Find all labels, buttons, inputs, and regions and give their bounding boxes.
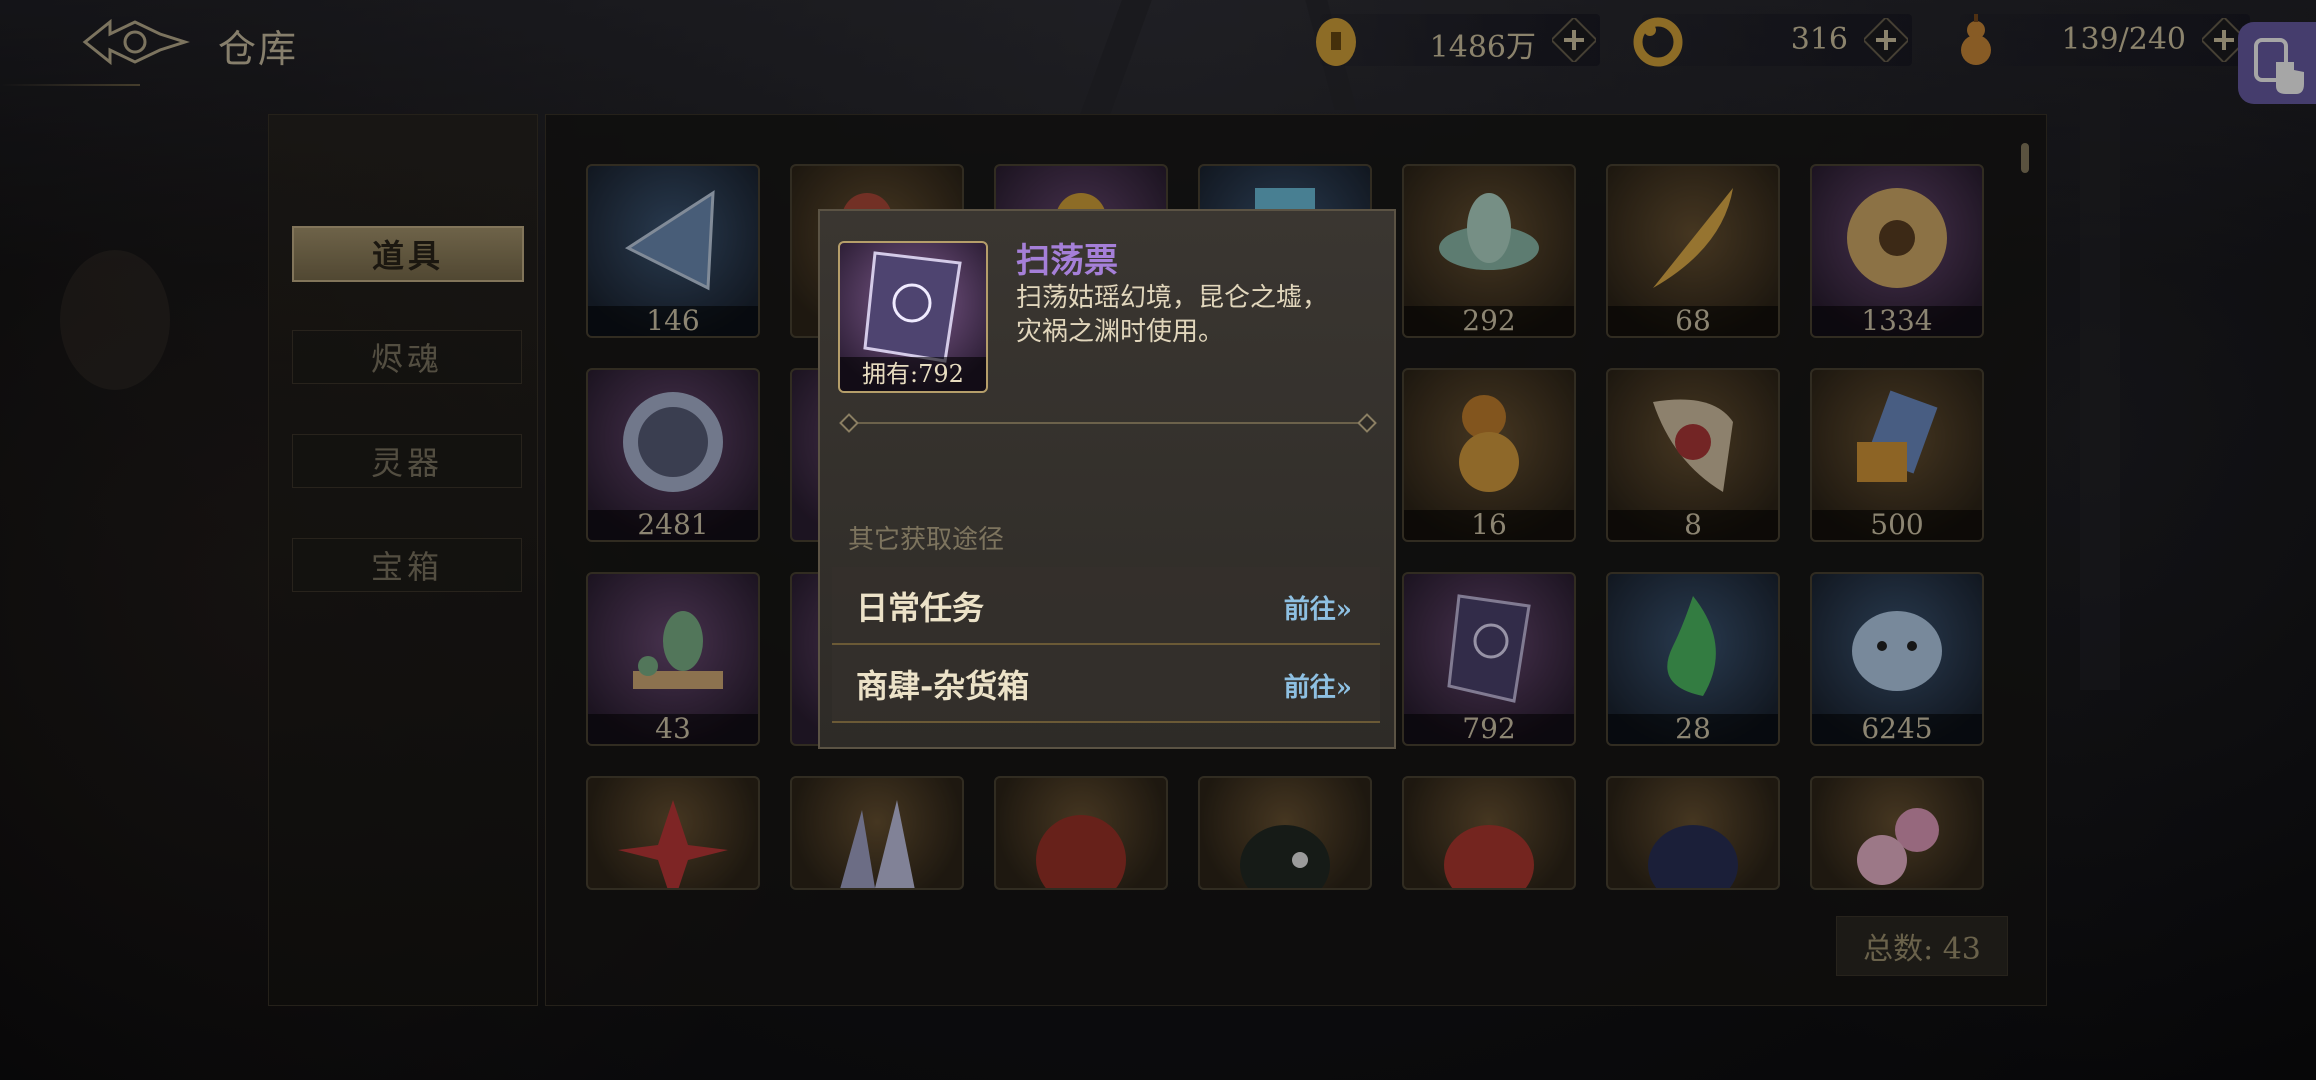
inventory-item[interactable]: 792 <box>1402 572 1576 746</box>
back-ornament-icon <box>82 18 190 66</box>
tab-spirit-artifact[interactable]: 灵器 <box>292 434 522 488</box>
source-route-shop-chest[interactable]: 商肆-杂货箱 前往» <box>832 645 1380 723</box>
route-label: 商肆-杂货箱 <box>856 667 1030 705</box>
inventory-item[interactable]: 1334 <box>1810 164 1984 338</box>
inventory-item[interactable] <box>1198 776 1372 890</box>
tab-treasure-chest[interactable]: 宝箱 <box>292 538 522 592</box>
inventory-item[interactable]: 2481 <box>586 368 760 542</box>
inventory-item[interactable]: 28 <box>1606 572 1780 746</box>
resource-jade: 316 <box>1633 14 1912 67</box>
total-count: 总数: 43 <box>1836 916 2008 976</box>
talisman-icon <box>1653 399 1733 492</box>
lotus-icon <box>1439 193 1539 270</box>
wine-jar-icon <box>633 611 723 689</box>
add-jade-button[interactable] <box>1864 18 1908 62</box>
tab-ember-soul[interactable]: 烬魂 <box>292 330 522 384</box>
inventory-item[interactable]: 68 <box>1606 164 1780 338</box>
inventory-item[interactable]: 43 <box>586 572 760 746</box>
source-route-daily-quest[interactable]: 日常任务 前往» <box>832 567 1380 645</box>
title-underline <box>0 84 140 86</box>
crystal-cluster-icon <box>840 800 915 888</box>
ornament-divider <box>848 422 1368 424</box>
inventory-item[interactable] <box>1606 776 1780 890</box>
item-description-line: 扫荡姑瑶幻境，昆仑之墟， <box>1016 283 1329 313</box>
inventory-item[interactable]: 500 <box>1810 368 1984 542</box>
item-thumbnail: 拥有:792 <box>838 241 988 393</box>
red-ghost-icon <box>1444 825 1534 888</box>
beast-medallion-icon <box>623 392 723 492</box>
resource-value: 139/240 <box>2061 22 2186 57</box>
item-count: 43 <box>588 714 758 744</box>
inventory-item[interactable] <box>586 776 760 890</box>
inventory-item[interactable]: 16 <box>1402 368 1576 542</box>
crystal-pyramid-icon <box>624 190 715 291</box>
goto-link[interactable]: 前往» <box>1284 589 1352 626</box>
coin-icon <box>1316 18 1356 66</box>
ghost-plush-icon <box>1852 611 1942 691</box>
add-coin-button[interactable] <box>1552 18 1596 62</box>
blue-ghost-icon <box>1648 825 1738 888</box>
item-count: 28 <box>1608 714 1778 744</box>
item-count: 16 <box>1404 510 1574 540</box>
goto-link[interactable]: 前往» <box>1284 667 1352 704</box>
dark-ghost-icon <box>1240 825 1330 888</box>
golden-disc-icon <box>1847 188 1947 288</box>
item-count: 146 <box>588 306 758 336</box>
tab-props[interactable]: 道具 <box>292 226 524 282</box>
resource-stamina: 139/240 <box>1960 14 2250 66</box>
item-count: 8 <box>1608 510 1778 540</box>
resource-coin: 1486万 <box>1316 14 1600 66</box>
inventory-item[interactable] <box>994 776 1168 890</box>
inventory-item[interactable] <box>790 776 964 890</box>
pink-flower-icon <box>1857 808 1939 885</box>
item-count: 500 <box>1812 510 1982 540</box>
route-label: 日常任务 <box>856 589 985 627</box>
item-description-line: 灾祸之渊时使用。 <box>1016 317 1225 347</box>
inventory-item[interactable]: 292 <box>1402 164 1576 338</box>
inventory-item[interactable] <box>1810 776 1984 890</box>
item-count: 292 <box>1404 306 1574 336</box>
item-count: 2481 <box>588 510 758 540</box>
item-description: 扫荡姑瑶幻境，昆仑之墟， 灾祸之渊时使用。 <box>1016 281 1366 349</box>
inventory-item[interactable]: 8 <box>1606 368 1780 542</box>
green-flame-icon <box>1667 596 1716 696</box>
back-button[interactable] <box>80 14 190 70</box>
red-flower-icon <box>618 800 728 888</box>
item-count: 68 <box>1608 306 1778 336</box>
sweep-ticket-icon <box>863 251 962 363</box>
floating-assist-button[interactable] <box>2238 22 2316 104</box>
hand-tap-icon <box>2254 38 2304 94</box>
grid-scrollbar[interactable] <box>2021 143 2029 173</box>
resource-value: 1486万 <box>1429 30 1536 65</box>
item-name: 扫荡票 <box>1016 241 1118 281</box>
feather-icon <box>1653 188 1733 288</box>
other-sources-heading: 其它获取途径 <box>848 525 1005 555</box>
item-count: 1334 <box>1812 306 1982 336</box>
owned-count: 拥有:792 <box>840 357 986 391</box>
page-title: 仓库 <box>218 27 299 71</box>
jade-ring-icon <box>1633 17 1683 67</box>
red-gourd-icon <box>1036 815 1126 888</box>
item-count: 6245 <box>1812 714 1982 744</box>
inventory-item[interactable] <box>1402 776 1576 890</box>
item-count: 792 <box>1404 714 1574 744</box>
item-detail-popup: 拥有:792 扫荡票 扫荡姑瑶幻境，昆仑之墟， 灾祸之渊时使用。 其它获取途径 … <box>818 209 1396 749</box>
gourd-stamina-icon <box>1961 14 1991 65</box>
top-bar: 仓库 1486万 316 139/240 <box>0 0 2316 104</box>
inventory-item[interactable]: 6245 <box>1810 572 1984 746</box>
sweep-ticket-icon <box>1447 594 1531 703</box>
resource-value: 316 <box>1790 22 1848 57</box>
inventory-item[interactable]: 146 <box>586 164 760 338</box>
book-icon <box>1857 390 1938 482</box>
gourd-icon <box>1459 395 1519 492</box>
